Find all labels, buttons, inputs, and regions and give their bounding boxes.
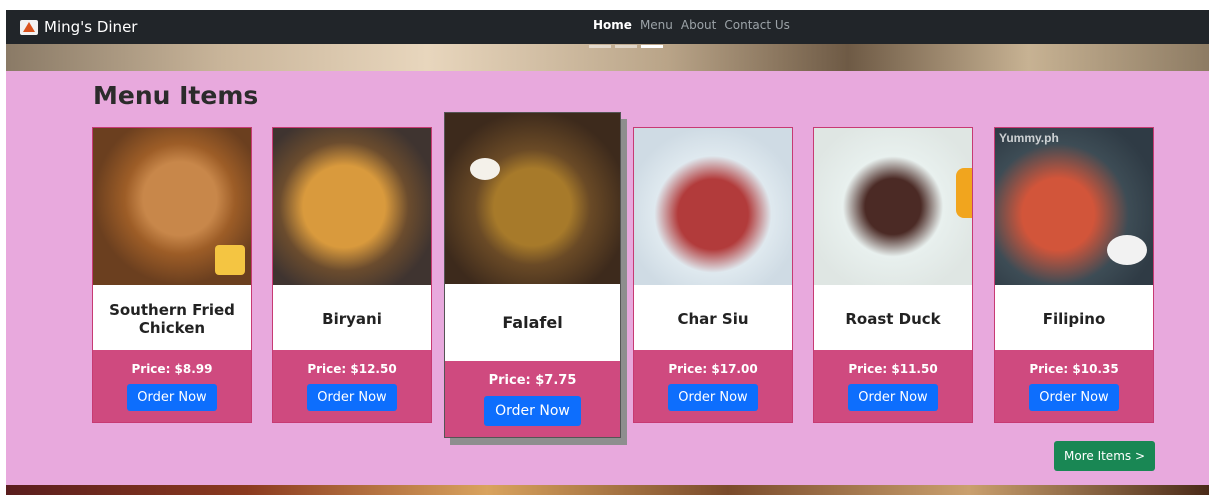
menu-item-name: Filipino — [995, 285, 1153, 352]
menu-card-southern-fried-chicken[interactable]: Southern Fried Chicken Price: $8.99 Orde… — [92, 127, 252, 423]
menu-item-name: Char Siu — [634, 285, 792, 352]
menu-item-image — [634, 128, 792, 285]
menu-item-name: Falafel — [445, 284, 620, 362]
restaurant-logo-icon — [20, 19, 38, 35]
menu-card-char-siu[interactable]: Char Siu Price: $17.00 Order Now — [633, 127, 793, 423]
nav-links: Home Menu About Contact Us — [593, 18, 790, 32]
order-now-button[interactable]: Order Now — [307, 384, 397, 411]
carousel-indicator-1[interactable] — [589, 45, 611, 48]
menu-item-price: Price: $11.50 — [848, 362, 938, 376]
carousel-indicator-2[interactable] — [615, 45, 637, 48]
bottom-image-strip — [6, 485, 1209, 495]
menu-item-image — [445, 113, 620, 284]
order-now-button[interactable]: Order Now — [127, 384, 217, 411]
menu-item-footer: Price: $17.00 Order Now — [634, 350, 792, 422]
brand[interactable]: Ming's Diner — [20, 16, 137, 38]
menu-section: Menu Items Southern Fried Chicken Price:… — [6, 71, 1209, 485]
nav-link-menu[interactable]: Menu — [640, 18, 673, 32]
menu-card-roast-duck[interactable]: Roast Duck Price: $11.50 Order Now — [813, 127, 973, 423]
more-items-button[interactable]: More Items > — [1054, 441, 1155, 471]
brand-name: Ming's Diner — [44, 18, 138, 36]
menu-item-footer: Price: $12.50 Order Now — [273, 350, 431, 422]
menu-item-image — [93, 128, 251, 285]
menu-card-biryani[interactable]: Biryani Price: $12.50 Order Now — [272, 127, 432, 423]
nav-link-about[interactable]: About — [681, 18, 716, 32]
menu-item-name: Southern Fried Chicken — [93, 285, 251, 352]
section-title: Menu Items — [93, 81, 259, 110]
menu-item-footer: Price: $7.75 Order Now — [445, 361, 620, 437]
menu-item-footer: Price: $11.50 Order Now — [814, 350, 972, 422]
menu-item-image — [273, 128, 431, 285]
menu-item-price: Price: $12.50 — [307, 362, 397, 376]
hero-carousel — [6, 44, 1209, 71]
menu-item-name: Biryani — [273, 285, 431, 352]
order-now-button[interactable]: Order Now — [484, 396, 581, 426]
page-top-strip — [0, 0, 1209, 10]
carousel-indicator-3[interactable] — [641, 45, 663, 48]
menu-item-footer: Price: $8.99 Order Now — [93, 350, 251, 422]
order-now-button[interactable]: Order Now — [668, 384, 758, 411]
menu-item-image: Yummy.ph — [995, 128, 1153, 285]
nav-link-home[interactable]: Home — [593, 18, 632, 32]
menu-card-filipino[interactable]: Yummy.ph Filipino Price: $10.35 Order No… — [994, 127, 1154, 423]
image-watermark: Yummy.ph — [999, 131, 1059, 145]
order-now-button[interactable]: Order Now — [848, 384, 938, 411]
menu-item-price: Price: $10.35 — [1029, 362, 1119, 376]
navbar: Ming's Diner Home Menu About Contact Us — [6, 10, 1209, 44]
menu-item-name: Roast Duck — [814, 285, 972, 352]
nav-link-contact[interactable]: Contact Us — [724, 18, 790, 32]
order-now-button[interactable]: Order Now — [1029, 384, 1119, 411]
menu-item-footer: Price: $10.35 Order Now — [995, 350, 1153, 422]
menu-item-price: Price: $17.00 — [668, 362, 758, 376]
menu-item-price: Price: $7.75 — [488, 373, 577, 388]
menu-item-price: Price: $8.99 — [131, 362, 213, 376]
carousel-indicators — [589, 45, 663, 48]
menu-item-image — [814, 128, 972, 285]
menu-card-falafel[interactable]: Falafel Price: $7.75 Order Now — [444, 112, 621, 438]
